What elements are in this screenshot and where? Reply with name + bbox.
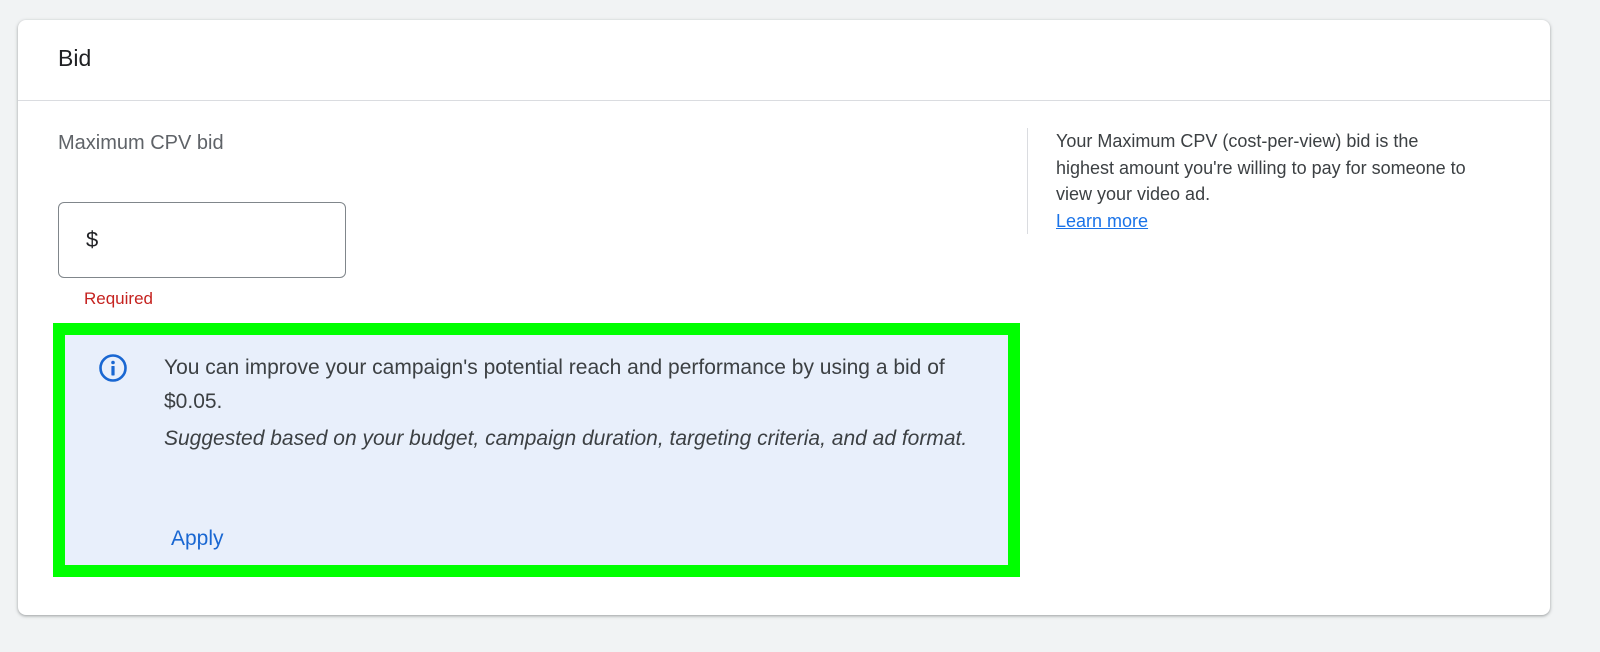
bid-card: Bid Maximum CPV bid $ Required You can i… bbox=[18, 20, 1550, 615]
required-error: Required bbox=[84, 289, 153, 308]
card-header: Bid bbox=[18, 20, 1550, 101]
max-cpv-bid-input[interactable] bbox=[104, 216, 397, 264]
recommendation-note: Suggested based on your budget, campaign… bbox=[164, 427, 968, 450]
currency-symbol: $ bbox=[86, 227, 99, 252]
help-text: Your Maximum CPV (cost-per-view) bid is … bbox=[1056, 131, 1466, 204]
card-title: Bid bbox=[58, 45, 92, 71]
recommendation-message: You can improve your campaign's potentia… bbox=[164, 356, 945, 413]
max-cpv-bid-field[interactable]: $ bbox=[58, 202, 397, 278]
bid-recommendation-panel: You can improve your campaign's potentia… bbox=[53, 323, 1020, 577]
learn-more-link[interactable]: Learn more bbox=[1056, 211, 1148, 231]
info-icon bbox=[98, 353, 128, 383]
max-cpv-bid-label: Maximum CPV bid bbox=[58, 132, 224, 154]
help-panel: Your Maximum CPV (cost-per-view) bid is … bbox=[1056, 128, 1476, 234]
apply-button[interactable]: Apply bbox=[171, 527, 224, 551]
help-divider bbox=[1027, 128, 1028, 234]
